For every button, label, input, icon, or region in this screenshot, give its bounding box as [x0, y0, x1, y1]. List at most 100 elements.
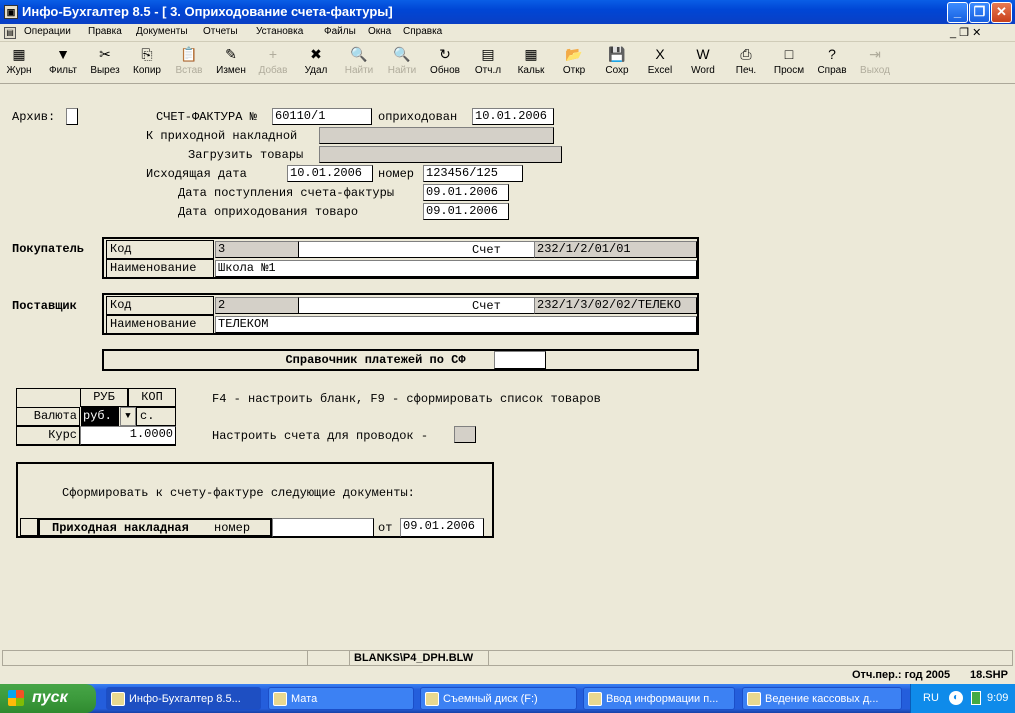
outgoing-date-field[interactable]: 10.01.2006	[287, 165, 373, 182]
buyer-code-field[interactable]: 3	[215, 241, 299, 258]
menu-item-3[interactable]: Документы	[136, 26, 188, 37]
toolbar-button-paste[interactable]: 📋 Встав	[172, 45, 206, 83]
menu-item-1[interactable]: Операции	[24, 26, 71, 37]
supplier-account-label: Счет	[472, 299, 501, 313]
toolbar-button-find-next[interactable]: 🔍 Найти	[385, 45, 419, 83]
receipt-date-field[interactable]: 09.01.2006	[423, 184, 509, 201]
document-checkbox[interactable]	[20, 518, 38, 536]
window-title: Инфо-Бухгалтер 8.5 - [ 3. Оприходование …	[22, 4, 393, 19]
taskbar-item[interactable]: Съемный диск (F:)	[420, 687, 577, 710]
toolbar-button-scissors[interactable]: ✂ Вырез	[88, 45, 122, 83]
archive-label: Архив:	[12, 110, 56, 124]
menu-item-7[interactable]: Окна	[368, 26, 391, 37]
toolbar-button-filter[interactable]: ▼ Фильт	[46, 45, 80, 83]
toolbar-label: Кальк	[517, 65, 545, 76]
toolbar-label: Встав	[175, 65, 203, 76]
doc-from-date-field[interactable]: 09.01.2006	[400, 518, 484, 537]
archive-checkbox[interactable]	[66, 108, 78, 125]
close-button[interactable]: ✕	[991, 2, 1012, 23]
chevron-down-icon[interactable]: ▼	[120, 407, 136, 426]
open-icon: 📂	[565, 46, 583, 62]
rub-column-header: РУБ	[80, 388, 128, 407]
taskbar-item[interactable]: Инфо-Бухгалтер 8.5...	[106, 687, 261, 710]
taskbar-item[interactable]: Мата	[268, 687, 414, 710]
supplier-code-field[interactable]: 2	[215, 297, 299, 314]
shp-status: 18.SHP	[970, 669, 1008, 681]
start-button[interactable]: пуск	[0, 684, 96, 713]
toolbar-label: Excel	[647, 65, 673, 76]
doc-number-field[interactable]	[272, 518, 374, 537]
menu-item-8[interactable]: Справка	[403, 26, 442, 37]
invoice-label: СЧЕТ-ФАКТУРА №	[156, 110, 257, 124]
toolbar-label: Найти	[344, 65, 374, 76]
receipt-date-label: Дата поступления счета-фактуры	[178, 186, 395, 200]
toolbar-button-copy[interactable]: ⎘ Копир	[130, 45, 164, 83]
receipt-document-button[interactable]: Приходная накладная номер	[38, 518, 272, 538]
taskbar-item[interactable]: Ведение кассовых д...	[742, 687, 902, 710]
save-icon: 💾	[608, 46, 626, 62]
toolbar-button-exit[interactable]: ⇥ Выход	[858, 45, 892, 83]
document-icon[interactable]: ▤	[4, 27, 16, 39]
invoice-number-field[interactable]: 60110/1	[272, 108, 372, 125]
taskbar-item-label: Инфо-Бухгалтер 8.5...	[129, 693, 241, 705]
toolbar-button-preview[interactable]: □ Просм	[772, 45, 806, 83]
mdi-controls[interactable]: _ ❐ ✕	[950, 26, 981, 39]
excel-icon: X	[655, 46, 665, 62]
goods-posted-date-field[interactable]: 09.01.2006	[423, 203, 509, 220]
toolbar: ▦ Журн ▼ Фильт ✂ Вырез ⎘ Копир 📋 Встав ✎ Измен + Доба…	[0, 42, 1015, 84]
toolbar-label: Удал	[304, 65, 328, 76]
supplier-account-field[interactable]: 232/1/3/02/02/ТЕЛЕКО	[534, 297, 697, 314]
toolbar-button-journal[interactable]: ▦ Журн	[2, 45, 36, 83]
number-field[interactable]: 123456/125	[423, 165, 523, 182]
toolbar-label: Просм	[773, 65, 805, 76]
toolbar-label: Фильт	[48, 65, 78, 76]
taskbar-item[interactable]: Ввод информации п...	[583, 687, 735, 710]
to-receipt-field[interactable]	[319, 127, 554, 144]
load-goods-field[interactable]	[319, 146, 562, 163]
toolbar-button-delete[interactable]: ✖ Удал	[299, 45, 333, 83]
toolbar-button-add[interactable]: + Добав	[256, 45, 290, 83]
windows-logo-icon	[8, 690, 24, 706]
menu-item-6[interactable]: Файлы	[324, 26, 356, 37]
rate-field[interactable]: 1.0000	[80, 426, 176, 445]
toolbar-button-find[interactable]: 🔍 Найти	[342, 45, 376, 83]
tray-app-icon[interactable]: ◐	[949, 691, 963, 705]
taskbar-item-label: Ввод информации п...	[606, 693, 719, 705]
toolbar-button-save[interactable]: 💾 Сохр	[600, 45, 634, 83]
title-bar: ▣ Инфо-Бухгалтер 8.5 - [ 3. Оприходовани…	[0, 0, 1015, 24]
menu-item-2[interactable]: Правка	[88, 26, 122, 37]
toolbar-label: Отч.л	[474, 65, 502, 76]
preview-icon: □	[784, 46, 794, 62]
toolbar-button-calculator[interactable]: ▦ Кальк	[514, 45, 548, 83]
currency-select[interactable]: руб.	[81, 407, 119, 426]
refresh-icon: ↻	[439, 46, 451, 62]
supplier-name-field[interactable]: ТЕЛЕКОМ	[215, 316, 697, 333]
accounts-setup-button[interactable]	[454, 426, 476, 443]
payments-reference-field[interactable]	[494, 351, 546, 369]
restore-button[interactable]: ❐	[969, 2, 990, 23]
toolbar-button-help[interactable]: ? Справ	[815, 45, 849, 83]
tray-status-icon[interactable]	[971, 691, 981, 705]
goods-posted-label: Дата оприходования товаро	[178, 205, 359, 219]
toolbar-button-refresh[interactable]: ↻ Обнов	[428, 45, 462, 83]
toolbar-button-open[interactable]: 📂 Откр	[557, 45, 591, 83]
posted-date-field[interactable]: 10.01.2006	[472, 108, 554, 125]
language-indicator[interactable]: RU	[923, 692, 939, 704]
payments-reference-button[interactable]: Справочник платежей по СФ	[102, 349, 699, 371]
toolbar-button-report[interactable]: ▤ Отч.л	[471, 45, 505, 83]
minimize-button[interactable]: _	[947, 2, 968, 23]
find-next-icon: 🔍	[393, 46, 411, 62]
buyer-account-field[interactable]: 232/1/2/01/01	[534, 241, 697, 258]
menu-item-5[interactable]: Установка	[256, 26, 303, 37]
app-icon[interactable]: ▣	[4, 5, 18, 19]
supplier-name-label: Наименование	[106, 315, 214, 334]
toolbar-button-word[interactable]: W Word	[686, 45, 720, 83]
toolbar-button-excel[interactable]: X Excel	[643, 45, 677, 83]
calculator-icon: ▦	[524, 46, 538, 62]
toolbar-button-print[interactable]: ⎙ Печ.	[729, 45, 763, 83]
toolbar-label: Сохр	[605, 65, 629, 76]
menu-item-4[interactable]: Отчеты	[203, 26, 238, 37]
buyer-name-field[interactable]: Школа №1	[215, 260, 697, 277]
toolbar-button-edit[interactable]: ✎ Измен	[214, 45, 248, 83]
payments-reference-label: Справочник платежей по СФ	[285, 353, 466, 367]
